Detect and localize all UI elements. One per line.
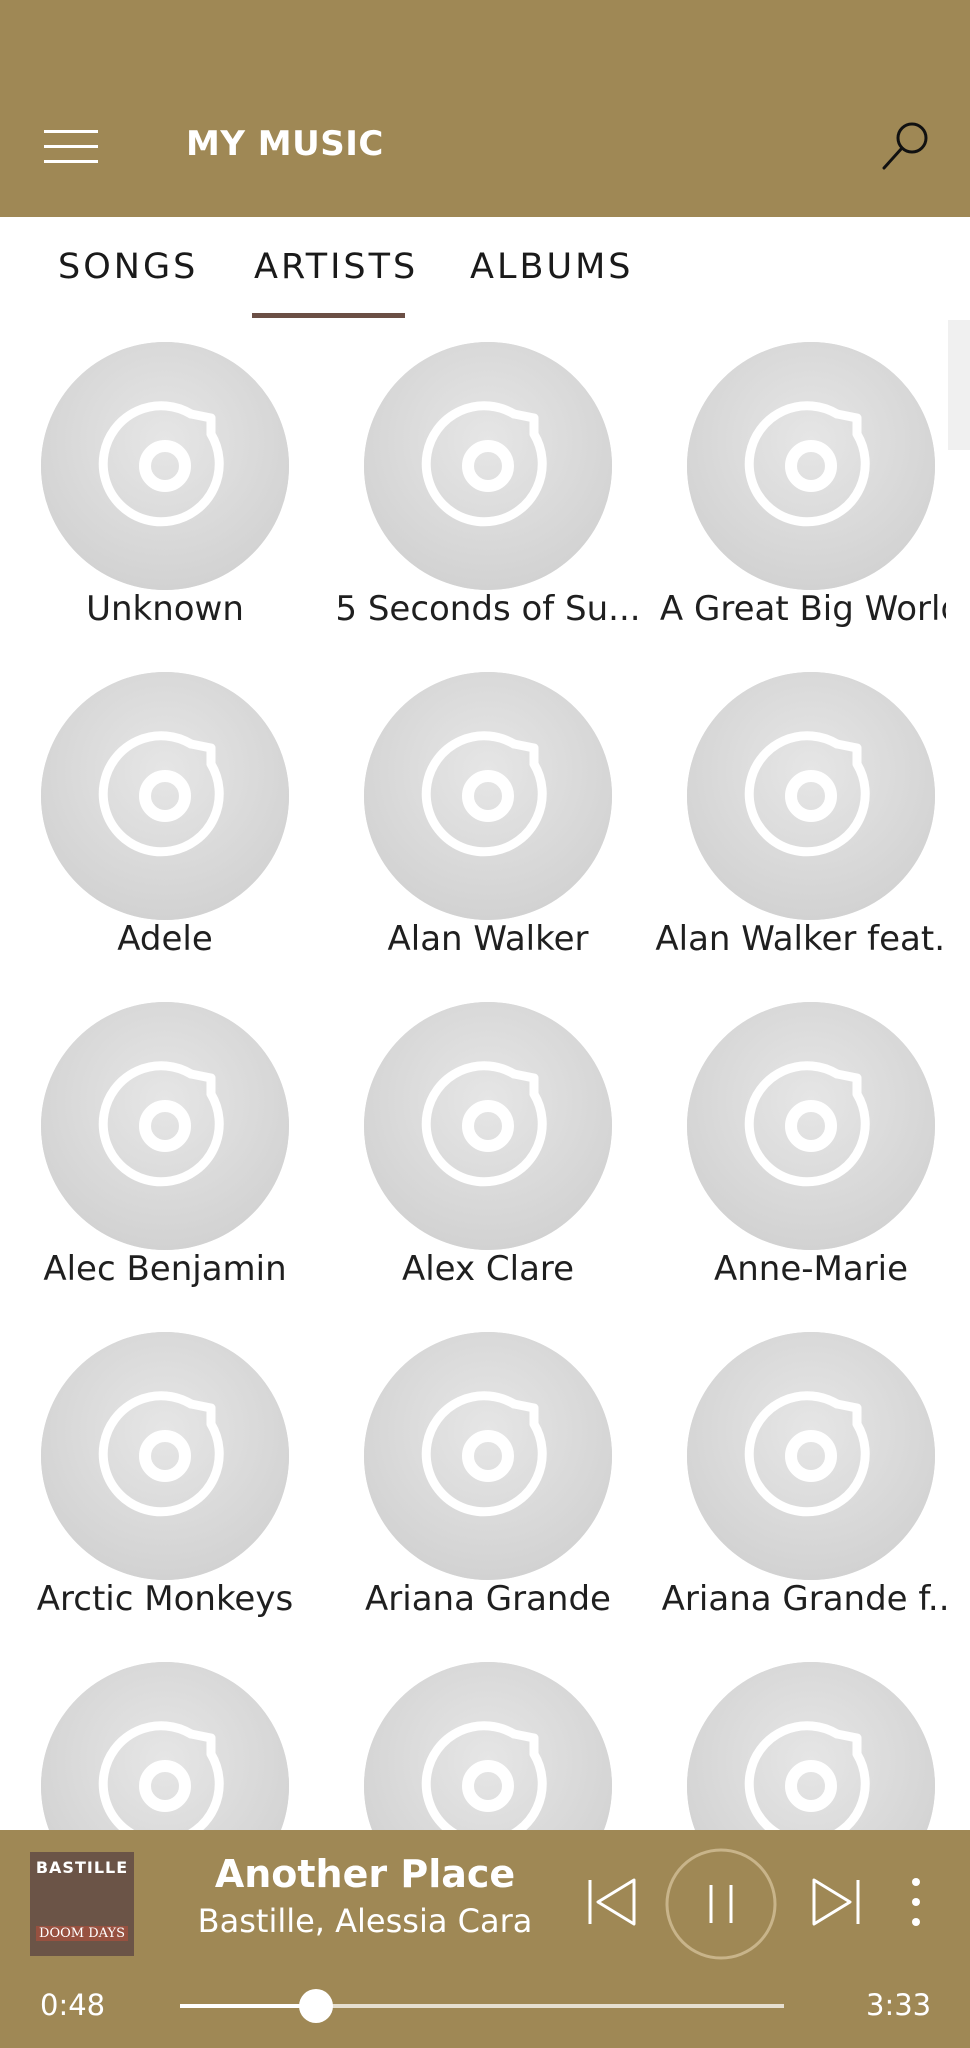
- progress-slider[interactable]: [180, 1989, 784, 2023]
- disc-icon: [364, 1332, 612, 1580]
- artist-name: Alan Walker feat...: [655, 919, 946, 959]
- artist-name: Ariana Grande: [365, 1579, 611, 1619]
- album-art-text: BASTILLE: [35, 1858, 129, 1877]
- next-icon[interactable]: [808, 1874, 864, 1934]
- tab-albums[interactable]: ALBUMS: [470, 247, 634, 287]
- scrollbar[interactable]: [948, 320, 970, 450]
- tab-songs[interactable]: SONGS: [58, 247, 198, 287]
- now-playing-bar: BASTILLE DOOM DAYS Another Place Bastill…: [0, 1830, 970, 2048]
- song-title: Another Place: [214, 1852, 516, 1896]
- artist-name: Alan Walker: [387, 919, 589, 959]
- artist-name: Adele: [117, 919, 213, 959]
- disc-icon: [364, 1002, 612, 1250]
- progress-thumb[interactable]: [298, 1989, 333, 2023]
- artist-tile[interactable]: Ariana Grande f...: [646, 1309, 946, 1639]
- tab-artists[interactable]: ARTISTS: [254, 247, 418, 287]
- disc-icon: [364, 672, 612, 920]
- artist-name: Alec Benjamin: [43, 1249, 287, 1289]
- artist-tile[interactable]: Arctic Monkeys: [0, 1309, 323, 1639]
- artist-tile[interactable]: Anne-Marie: [646, 979, 946, 1309]
- disc-icon: [687, 672, 935, 920]
- previous-icon[interactable]: [584, 1874, 640, 1934]
- album-art[interactable]: BASTILLE DOOM DAYS: [30, 1852, 134, 1956]
- disc-icon: [41, 342, 289, 590]
- artist-name: A Great Big World: [659, 589, 946, 629]
- disc-icon: [41, 1332, 289, 1580]
- disc-icon: [41, 672, 289, 920]
- artist-tile[interactable]: [323, 1639, 646, 1830]
- artist-name: Arctic Monkeys: [36, 1579, 294, 1619]
- tab-bar: SONGS ARTISTS ALBUMS: [0, 217, 970, 319]
- artist-tile[interactable]: [646, 1639, 946, 1830]
- artist-grid: Unknown 5 Seconds of Su... A Great Big Wor…: [0, 319, 946, 1830]
- artist-name: 5 Seconds of Su...: [335, 589, 641, 629]
- elapsed-time: 0:48: [40, 1988, 106, 2022]
- artist-name: Ariana Grande f...: [661, 1579, 946, 1619]
- album-art-subtitle: DOOM DAYS: [36, 1926, 128, 1941]
- artist-tile[interactable]: Alec Benjamin: [0, 979, 323, 1309]
- disc-icon: [364, 1662, 612, 1830]
- disc-icon: [41, 1662, 289, 1830]
- app-header: MY MUSIC: [0, 0, 970, 217]
- artist-tile[interactable]: Alan Walker: [323, 649, 646, 979]
- more-icon[interactable]: [904, 1874, 928, 1934]
- progress-fill: [180, 2004, 316, 2008]
- disc-icon: [687, 1662, 935, 1830]
- hamburger-icon[interactable]: [44, 130, 100, 164]
- artist-tile[interactable]: 5 Seconds of Su...: [323, 319, 646, 649]
- search-icon[interactable]: [878, 118, 934, 174]
- disc-icon: [364, 342, 612, 590]
- disc-icon: [41, 1002, 289, 1250]
- artist-tile[interactable]: Unknown: [0, 319, 323, 649]
- artist-name: Anne-Marie: [713, 1249, 909, 1289]
- artist-tile[interactable]: Alex Clare: [323, 979, 646, 1309]
- disc-icon: [687, 1332, 935, 1580]
- artist-tile[interactable]: Ariana Grande: [323, 1309, 646, 1639]
- artist-tile[interactable]: [0, 1639, 323, 1830]
- page-title: MY MUSIC: [186, 124, 384, 164]
- disc-icon: [687, 342, 935, 590]
- pause-button[interactable]: [664, 1847, 778, 1965]
- song-artists: Bastille, Alessia Cara: [197, 1902, 533, 1940]
- total-duration: 3:33: [866, 1988, 932, 2022]
- tab-selected-indicator: [252, 313, 405, 318]
- artist-name: Alex Clare: [401, 1249, 575, 1289]
- artist-tile[interactable]: Adele: [0, 649, 323, 979]
- disc-icon: [687, 1002, 935, 1250]
- artist-tile[interactable]: Alan Walker feat...: [646, 649, 946, 979]
- artist-tile[interactable]: A Great Big World: [646, 319, 946, 649]
- artist-name: Unknown: [86, 589, 244, 629]
